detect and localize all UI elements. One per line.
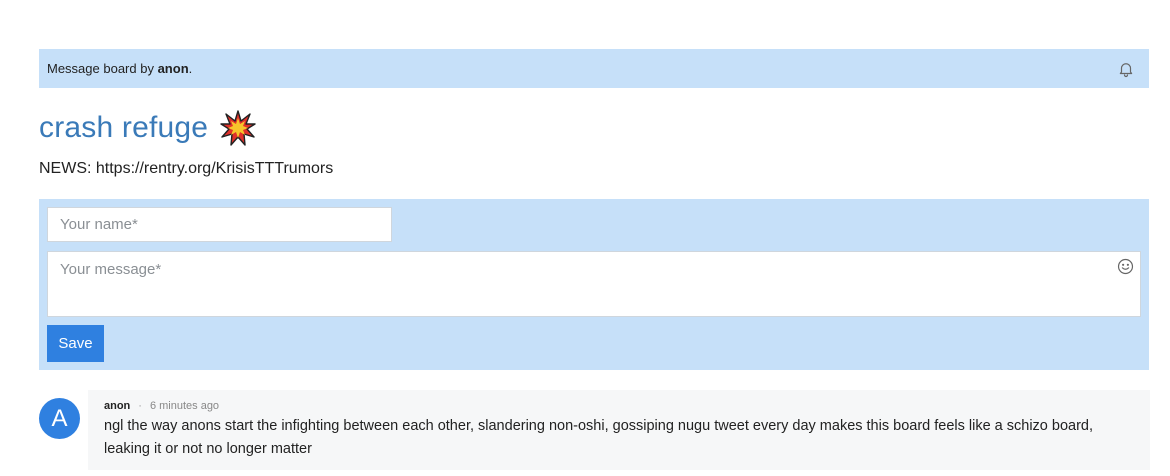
comment-author[interactable]: anon — [104, 400, 130, 412]
meta-separator: · — [138, 400, 142, 412]
message-input[interactable] — [47, 251, 1141, 317]
news-line: NEWS: https://rentry.org/KrisisTTTrumors — [39, 160, 334, 177]
comment-time: 6 minutes ago — [149, 400, 220, 412]
board-header: Message board by anon. — [39, 49, 1149, 88]
name-input[interactable] — [47, 207, 392, 242]
save-button[interactable]: Save — [47, 325, 104, 362]
message-field-wrapper — [47, 251, 1141, 317]
owner-name[interactable]: anon — [158, 61, 189, 76]
owner-prefix: Message board by — [47, 61, 158, 76]
board-title-text: crash refuge — [39, 111, 209, 144]
avatar: A — [39, 398, 80, 439]
comment-item: anon · 6 minutes ago ngl the way anons s… — [88, 390, 1150, 470]
post-form: Save — [39, 199, 1149, 370]
bell-icon[interactable] — [1117, 60, 1135, 78]
collision-emoji-icon — [220, 110, 256, 146]
board-owner-line: Message board by anon. — [47, 61, 192, 76]
comment-meta: anon · 6 minutes ago — [104, 400, 1134, 412]
comment-text: ngl the way anons start the infighting b… — [104, 418, 1094, 457]
owner-suffix: . — [188, 61, 193, 76]
smiley-icon[interactable] — [1117, 258, 1134, 275]
board-title: crash refuge — [39, 110, 256, 146]
